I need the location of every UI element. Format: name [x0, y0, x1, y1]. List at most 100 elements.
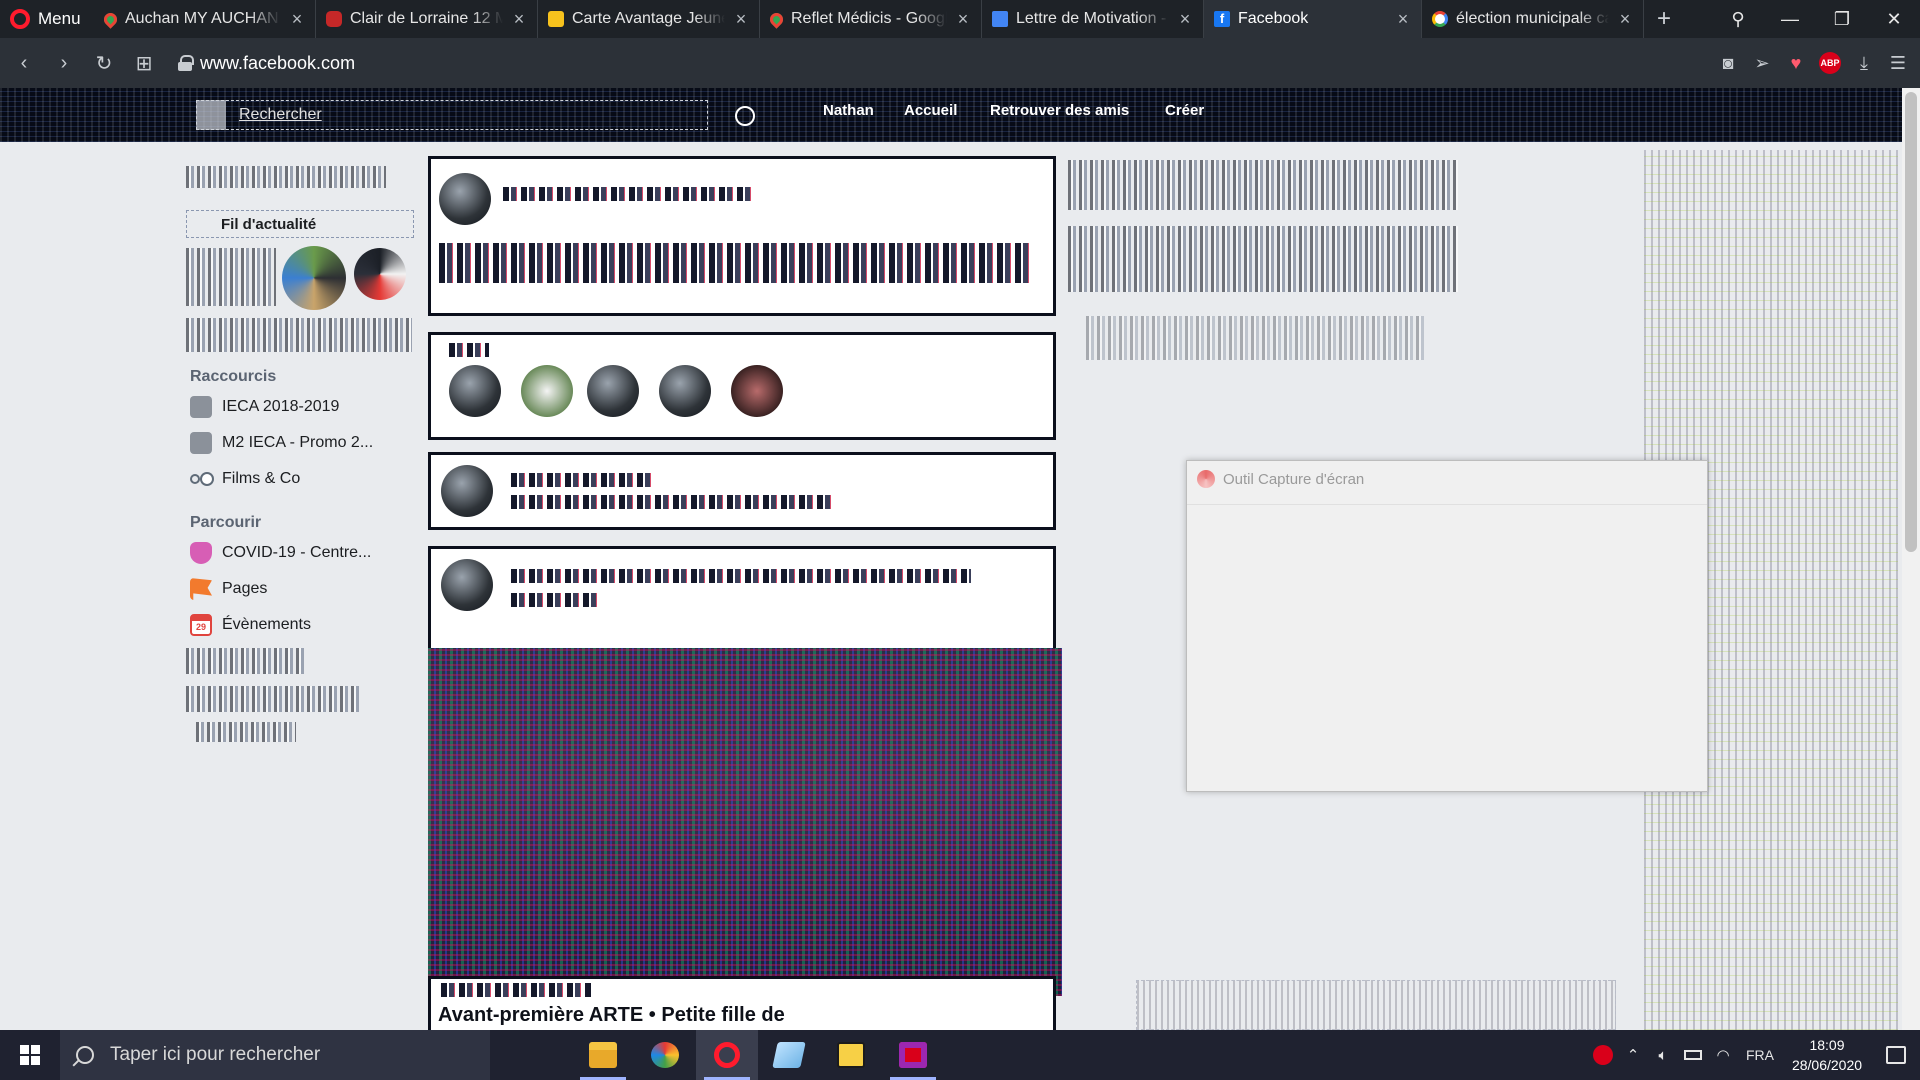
downloads-button[interactable]: ⤓: [1848, 38, 1880, 88]
tab-election-municipale[interactable]: élection municipale car ×: [1422, 0, 1644, 38]
red-logo-icon: [326, 11, 342, 27]
taskbar-app-file-explorer[interactable]: [572, 1030, 634, 1080]
post-video-glitched[interactable]: [428, 648, 1062, 996]
action-center-button[interactable]: [1872, 1030, 1920, 1080]
maps-pin-icon: [767, 9, 786, 29]
shortcuts-title: Raccourcis: [190, 368, 277, 385]
avatar[interactable]: [441, 559, 493, 611]
url-field[interactable]: www.facebook.com: [200, 53, 355, 74]
sidebar-item-news-feed[interactable]: Fil d'actualité: [186, 210, 414, 238]
close-icon[interactable]: ×: [289, 10, 305, 28]
adblock-plus-button[interactable]: ABP: [1814, 38, 1846, 88]
show-hidden-icons-button[interactable]: ⌃: [1618, 1030, 1648, 1080]
close-icon[interactable]: ×: [1177, 10, 1193, 28]
create-room-icon[interactable]: [441, 465, 493, 517]
avatar[interactable]: [282, 246, 346, 310]
sidebar-item-ieca-2018[interactable]: IECA 2018-2019: [190, 392, 416, 422]
sidebar-item-glitched[interactable]: [196, 722, 296, 742]
speed-dial-button[interactable]: ⊞: [124, 38, 164, 88]
restore-icon: ❐: [1833, 8, 1851, 29]
snipping-tool-window[interactable]: Outil Capture d'écran: [1186, 460, 1708, 792]
sidebar-item-label: IECA 2018-2019: [222, 398, 340, 415]
tray-app-button[interactable]: [1588, 1030, 1618, 1080]
taskbar-search-box[interactable]: Taper ici pour rechercher: [60, 1030, 490, 1080]
sidebar-item-m2-ieca[interactable]: M2 IECA - Promo 2...: [190, 428, 416, 458]
explore-title: Parcourir: [190, 514, 262, 531]
minimize-icon: —: [1781, 8, 1799, 29]
reload-icon: ↻: [95, 52, 113, 75]
battery-button[interactable]: [1678, 1030, 1708, 1080]
palette-icon: [651, 1042, 679, 1068]
avatar[interactable]: [449, 365, 501, 417]
avatar[interactable]: [659, 365, 711, 417]
nav-profile-link[interactable]: Nathan: [823, 102, 874, 119]
close-icon[interactable]: ×: [1617, 10, 1633, 28]
address-bar-tools: ◙ ➢ ♥ ABP ⤓ ☰: [1712, 38, 1914, 88]
nav-create-link[interactable]: Créer: [1165, 102, 1204, 119]
search-icon[interactable]: [735, 106, 755, 126]
reload-button[interactable]: ↻: [84, 38, 124, 88]
your-friends-glitched[interactable]: [186, 318, 412, 352]
tab-carte-avantage[interactable]: Carte Avantage Jeune S ×: [538, 0, 760, 38]
snipping-tool-titlebar[interactable]: Outil Capture d'écran: [1187, 461, 1707, 497]
sidebar-item-covid[interactable]: COVID-19 - Centre...: [190, 538, 416, 568]
sidebar-item-films-co[interactable]: Films & Co: [190, 464, 416, 494]
taskbar-app-sticky-notes[interactable]: [820, 1030, 882, 1080]
chat-strip-glitched[interactable]: [1136, 980, 1616, 1030]
chevron-up-icon: ⌃: [1626, 1047, 1640, 1064]
clock[interactable]: 18:09 28/06/2020: [1782, 1035, 1872, 1075]
birthday-widget-glitched[interactable]: [1068, 160, 1458, 210]
sidebar-item-label: M2 IECA - Promo 2...: [222, 434, 374, 451]
close-icon[interactable]: ×: [955, 10, 971, 28]
start-button[interactable]: [0, 1030, 60, 1080]
search-tabs-button[interactable]: ⚲: [1712, 0, 1764, 38]
opera-menu-button[interactable]: Menu: [0, 0, 94, 38]
sponsored-widget-glitched[interactable]: [1068, 226, 1458, 292]
composer-actions-glitched[interactable]: [439, 243, 1031, 283]
taskbar-app-adobe[interactable]: [882, 1030, 944, 1080]
nav-find-friends-link[interactable]: Retrouver des amis: [990, 102, 1129, 119]
restore-button[interactable]: ❐: [1816, 0, 1868, 38]
close-icon[interactable]: ×: [733, 10, 749, 28]
avatar: [439, 173, 491, 225]
facebook-search-input[interactable]: Rechercher: [196, 100, 708, 130]
new-tab-button[interactable]: +: [1644, 5, 1684, 33]
network-button[interactable]: ◠: [1708, 1030, 1738, 1080]
input-language[interactable]: FRA: [1738, 1047, 1782, 1063]
easy-setup-button[interactable]: ☰: [1882, 38, 1914, 88]
scrollbar-thumb[interactable]: [1905, 92, 1917, 552]
avatar[interactable]: [731, 365, 783, 417]
snapshot-button[interactable]: ◙: [1712, 38, 1744, 88]
sidebar-item-pages[interactable]: Pages: [190, 574, 416, 604]
forward-button[interactable]: ›: [44, 38, 84, 88]
minimize-button[interactable]: —: [1764, 0, 1816, 38]
composer-prompt-glitched[interactable]: [503, 187, 753, 201]
sidebar-item-glitched[interactable]: [186, 648, 306, 674]
sidebar-item-glitched[interactable]: [186, 686, 362, 712]
sidebar-item-events[interactable]: 29 Évènements: [190, 610, 416, 640]
tab-lettre-motivation[interactable]: Lettre de Motivation - C ×: [982, 0, 1204, 38]
close-window-button[interactable]: ✕: [1868, 0, 1920, 38]
avatar[interactable]: [587, 365, 639, 417]
rooms-text-glitched: [511, 495, 831, 509]
avatar[interactable]: [521, 365, 573, 417]
tab-auchan[interactable]: Auchan MY AUCHAN P ×: [94, 0, 316, 38]
post-headline[interactable]: Avant-première ARTE • Petite fille de: [438, 1004, 785, 1027]
taskbar-app-notepad[interactable]: [758, 1030, 820, 1080]
volume-button[interactable]: 🔈︎: [1648, 1030, 1678, 1080]
back-button[interactable]: ‹: [4, 38, 44, 88]
profile-link-glitched[interactable]: [186, 166, 386, 188]
messenger-glitched[interactable]: [186, 248, 276, 306]
tab-reflet-medicis[interactable]: Reflet Médicis - Google ×: [760, 0, 982, 38]
taskbar-app-opera[interactable]: [696, 1030, 758, 1080]
nav-home-link[interactable]: Accueil: [904, 102, 957, 119]
avatar[interactable]: [354, 248, 406, 300]
tab-facebook[interactable]: f Facebook ×: [1204, 0, 1422, 38]
taskbar-app-paint[interactable]: [634, 1030, 696, 1080]
send-button[interactable]: ➢: [1746, 38, 1778, 88]
app-logo-icon: [899, 1042, 927, 1068]
tab-clair-de-lorraine[interactable]: Clair de Lorraine 12 Ma ×: [316, 0, 538, 38]
close-icon[interactable]: ×: [1395, 10, 1411, 28]
close-icon[interactable]: ×: [511, 10, 527, 28]
bookmark-button[interactable]: ♥: [1780, 38, 1812, 88]
